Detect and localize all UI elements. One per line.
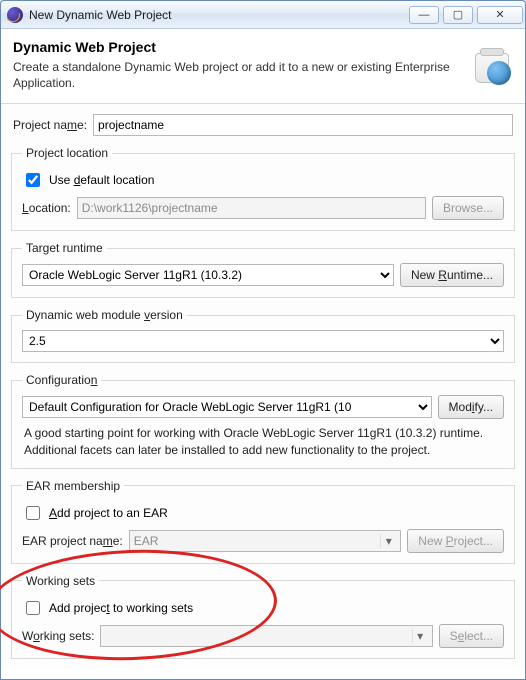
minimize-button[interactable]: — [409,6,439,24]
web-module-version-select[interactable]: 2.5 [22,330,504,352]
configuration-hint: A good starting point for working with O… [24,425,502,457]
use-default-location-checkbox[interactable] [26,173,40,187]
wizard-content: Project name: Project location Use defau… [1,104,525,668]
globe-icon [487,61,511,85]
chevron-down-icon: ▾ [412,629,428,643]
web-module-version-group: Dynamic web module version 2.5 [11,308,515,363]
target-runtime-select[interactable]: Oracle WebLogic Server 11gR1 (10.3.2) [22,264,394,286]
page-description: Create a standalone Dynamic Web project … [13,59,455,91]
working-sets-label: Working sets: [22,629,94,643]
working-sets-select: ▾ [100,625,432,647]
configuration-select[interactable]: Default Configuration for Oracle WebLogi… [22,396,432,418]
configuration-legend: Configuration [22,373,101,387]
eclipse-icon [7,7,23,23]
select-working-sets-button: Select... [439,624,504,648]
add-to-working-sets-checkbox[interactable] [26,601,40,615]
page-title: Dynamic Web Project [13,39,455,55]
wizard-icon [465,39,513,87]
maximize-button[interactable]: ▢ [443,6,473,24]
location-label: Location: [22,201,71,215]
ear-membership-legend: EAR membership [22,479,124,493]
target-runtime-group: Target runtime Oracle WebLogic Server 11… [11,241,515,298]
target-runtime-legend: Target runtime [22,241,107,255]
add-to-ear-checkbox[interactable] [26,506,40,520]
ear-project-name-label: EAR project name: [22,534,123,548]
wizard-header: Dynamic Web Project Create a standalone … [1,29,525,104]
project-name-input[interactable] [93,114,513,136]
project-location-group: Project location Use default location Lo… [11,146,515,231]
use-default-location-row: Use default location [22,170,504,190]
configuration-group: Configuration Default Configuration for … [11,373,515,468]
close-button[interactable]: ✕ [477,6,523,24]
new-project-button: New Project... [407,529,504,553]
add-to-working-sets-label: Add project to working sets [49,601,193,615]
project-location-legend: Project location [22,146,112,160]
project-name-row: Project name: [13,114,513,136]
web-module-version-legend: Dynamic web module version [22,308,187,322]
chevron-down-icon: ▾ [380,534,396,548]
modify-button[interactable]: Modify... [438,395,504,419]
dialog-window: New Dynamic Web Project — ▢ ✕ Dynamic We… [0,0,526,680]
ear-membership-group: EAR membership Add project to an EAR EAR… [11,479,515,564]
working-sets-group: Working sets Add project to working sets… [11,574,515,659]
location-input [77,197,426,219]
window-title: New Dynamic Web Project [29,8,172,22]
ear-project-name-select: EAR ▾ [129,530,402,552]
window-buttons: — ▢ ✕ [409,6,523,24]
project-name-label: Project name: [13,118,87,132]
browse-button: Browse... [432,196,504,220]
add-to-ear-label: Add project to an EAR [49,506,168,520]
new-runtime-button[interactable]: New Runtime... [400,263,504,287]
use-default-location-label: Use default location [49,173,154,187]
titlebar[interactable]: New Dynamic Web Project — ▢ ✕ [1,1,525,29]
working-sets-legend: Working sets [22,574,99,588]
